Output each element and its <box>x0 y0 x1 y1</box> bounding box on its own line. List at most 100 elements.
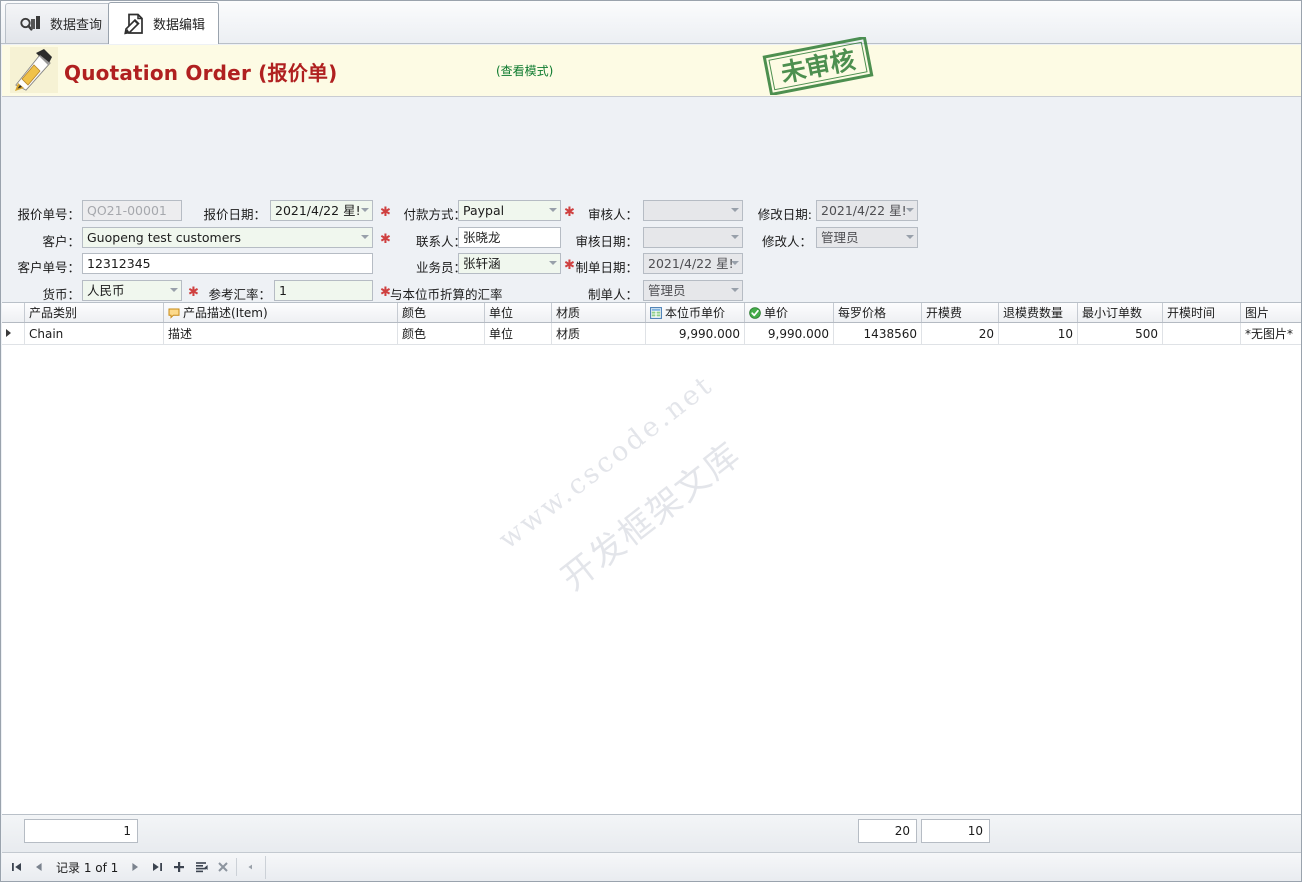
quote-no-input[interactable]: QO21-00001 <box>82 200 182 221</box>
col-header-price[interactable]: 单价 <box>744 303 834 323</box>
cell-color[interactable]: 颜色 <box>397 322 485 345</box>
form-banner: Quotation Order (报价单) (查看模式) <box>2 45 1301 97</box>
cell-category[interactable]: Chain <box>24 322 164 345</box>
cell-base-price[interactable]: 9,990.000 <box>645 322 745 345</box>
quote-date-input[interactable]: 2021/4/22 星! <box>270 200 373 221</box>
cell-gross-price[interactable]: 1438560 <box>833 322 922 345</box>
cell-mold-time[interactable] <box>1162 322 1241 345</box>
summary-left-field[interactable]: 1 <box>24 819 138 843</box>
label-quote-no: 报价单号： <box>17 207 80 222</box>
required-mark: ✱ <box>380 205 391 220</box>
table-header-row: 产品类别 产品描述(Item) 颜色 单位 材质 本位币单价 单价 每罗价格 开… <box>2 303 1301 323</box>
chevron-down-icon[interactable] <box>731 208 739 212</box>
maker-select[interactable]: 管理员 <box>643 280 743 301</box>
modify-date-input[interactable]: 2021/4/22 星! <box>816 200 918 221</box>
row-selector[interactable] <box>2 322 25 345</box>
summary-mold-fee-total[interactable]: 20 <box>858 819 917 843</box>
salesman-value: 张轩涵 <box>463 256 501 271</box>
col-header-base-price-label: 本位币单价 <box>665 306 726 320</box>
customer-order-no-input[interactable]: 12312345 <box>82 253 373 274</box>
tab-data-edit-label: 数据编辑 <box>153 18 206 33</box>
col-header-color[interactable]: 颜色 <box>397 303 485 323</box>
table-row[interactable]: Chain 描述 颜色 单位 材质 9,990.000 9,990.000 14… <box>2 322 1301 345</box>
navigator-separator <box>236 858 238 876</box>
cell-unit[interactable]: 单位 <box>484 322 552 345</box>
table-header: 产品类别 产品描述(Item) 颜色 单位 材质 本位币单价 单价 每罗价格 开… <box>2 303 1301 323</box>
delete-record-button[interactable] <box>212 855 234 879</box>
last-record-button[interactable] <box>146 855 168 879</box>
customer-value: Guopeng test customers <box>87 230 242 245</box>
current-row-caret-icon <box>6 329 11 337</box>
previous-record-button[interactable] <box>28 855 50 879</box>
col-header-mold-time[interactable]: 开模时间 <box>1162 303 1241 323</box>
currency-value: 人民币 <box>87 283 125 298</box>
search-chart-icon <box>19 12 43 36</box>
cell-description[interactable]: 描述 <box>163 322 398 345</box>
col-header-price-label: 单价 <box>764 306 789 320</box>
chevron-down-icon[interactable] <box>549 261 557 265</box>
table-body: Chain 描述 颜色 单位 材质 9,990.000 9,990.000 14… <box>2 322 1301 345</box>
make-date-value: 2021/4/22 星! <box>648 256 734 271</box>
edit-record-button[interactable] <box>190 855 212 879</box>
col-header-base-price[interactable]: 本位币单价 <box>645 303 745 323</box>
cell-min-order-qty[interactable]: 500 <box>1077 322 1163 345</box>
col-header-unit-label: 单位 <box>489 306 514 320</box>
col-header-mold-fee[interactable]: 开模费 <box>921 303 999 323</box>
tab-strip: 数据查询 数据编辑 <box>1 1 1301 44</box>
chevron-down-icon[interactable] <box>731 288 739 292</box>
page-title: Quotation Order (报价单) <box>64 61 338 85</box>
label-payment: 付款方式： <box>403 207 466 222</box>
chevron-down-icon[interactable] <box>361 208 369 212</box>
chevron-down-icon[interactable] <box>361 235 369 239</box>
navigator-overflow-button[interactable] <box>239 855 261 879</box>
label-rate: 参考汇率： <box>208 287 271 302</box>
chevron-down-icon[interactable] <box>170 288 178 292</box>
chevron-down-icon[interactable] <box>906 208 914 212</box>
col-header-unit[interactable]: 单位 <box>484 303 552 323</box>
auditor-select[interactable] <box>643 200 743 221</box>
cell-material[interactable]: 材质 <box>551 322 646 345</box>
make-date-input[interactable]: 2021/4/22 星! <box>643 253 743 274</box>
rate-input[interactable]: 1 <box>274 280 373 301</box>
cell-mold-fee[interactable]: 20 <box>921 322 999 345</box>
col-header-material[interactable]: 材质 <box>551 303 646 323</box>
col-header-description[interactable]: 产品描述(Item) <box>163 303 398 323</box>
chevron-down-icon[interactable] <box>906 235 914 239</box>
salesman-select[interactable]: 张轩涵 <box>458 253 561 274</box>
cell-mold-refund-qty[interactable]: 10 <box>998 322 1078 345</box>
col-header-category[interactable]: 产品类别 <box>24 303 164 323</box>
add-record-button[interactable] <box>168 855 190 879</box>
tab-data-query[interactable]: 数据查询 <box>5 3 117 43</box>
chevron-down-icon[interactable] <box>731 261 739 265</box>
detail-table: 产品类别 产品描述(Item) 颜色 单位 材质 本位币单价 单价 每罗价格 开… <box>2 303 1301 345</box>
customer-select[interactable]: Guopeng test customers <box>82 227 373 248</box>
chevron-down-icon[interactable] <box>549 208 557 212</box>
comment-icon <box>168 307 180 319</box>
cell-picture[interactable]: *无图片* <box>1240 322 1301 345</box>
col-header-min-order-qty-label: 最小订单数 <box>1082 306 1143 320</box>
label-modify-user: 修改人： <box>761 234 812 249</box>
chevron-down-icon[interactable] <box>731 235 739 239</box>
col-header-mold-time-label: 开模时间 <box>1167 306 1216 320</box>
label-modify-date: 修改日期: <box>757 207 812 222</box>
first-record-button[interactable] <box>6 855 28 879</box>
cell-price[interactable]: 9,990.000 <box>744 322 834 345</box>
currency-select[interactable]: 人民币 <box>82 280 182 301</box>
quotation-detail-grid[interactable]: 产品类别 产品描述(Item) 颜色 单位 材质 本位币单价 单价 每罗价格 开… <box>2 302 1301 814</box>
tab-data-edit[interactable]: 数据编辑 <box>108 2 220 44</box>
view-mode-label: (查看模式) <box>496 64 554 78</box>
col-header-mold-refund-qty[interactable]: 退模费数量 <box>998 303 1078 323</box>
col-header-gross-price[interactable]: 每罗价格 <box>833 303 922 323</box>
audit-date-input[interactable] <box>643 227 743 248</box>
modify-user-value: 管理员 <box>821 230 859 245</box>
navigator-filler <box>265 855 1301 879</box>
next-record-button[interactable] <box>124 855 146 879</box>
payment-method-select[interactable]: Paypal <box>458 200 561 221</box>
col-header-picture[interactable]: 图片 <box>1240 303 1301 323</box>
summary-mold-refund-qty-total[interactable]: 10 <box>921 819 990 843</box>
col-header-min-order-qty[interactable]: 最小订单数 <box>1077 303 1163 323</box>
edit-document-icon <box>122 12 146 36</box>
contact-input[interactable]: 张晓龙 <box>458 227 561 248</box>
modify-user-select[interactable]: 管理员 <box>816 227 918 248</box>
col-header-material-label: 材质 <box>556 306 581 320</box>
